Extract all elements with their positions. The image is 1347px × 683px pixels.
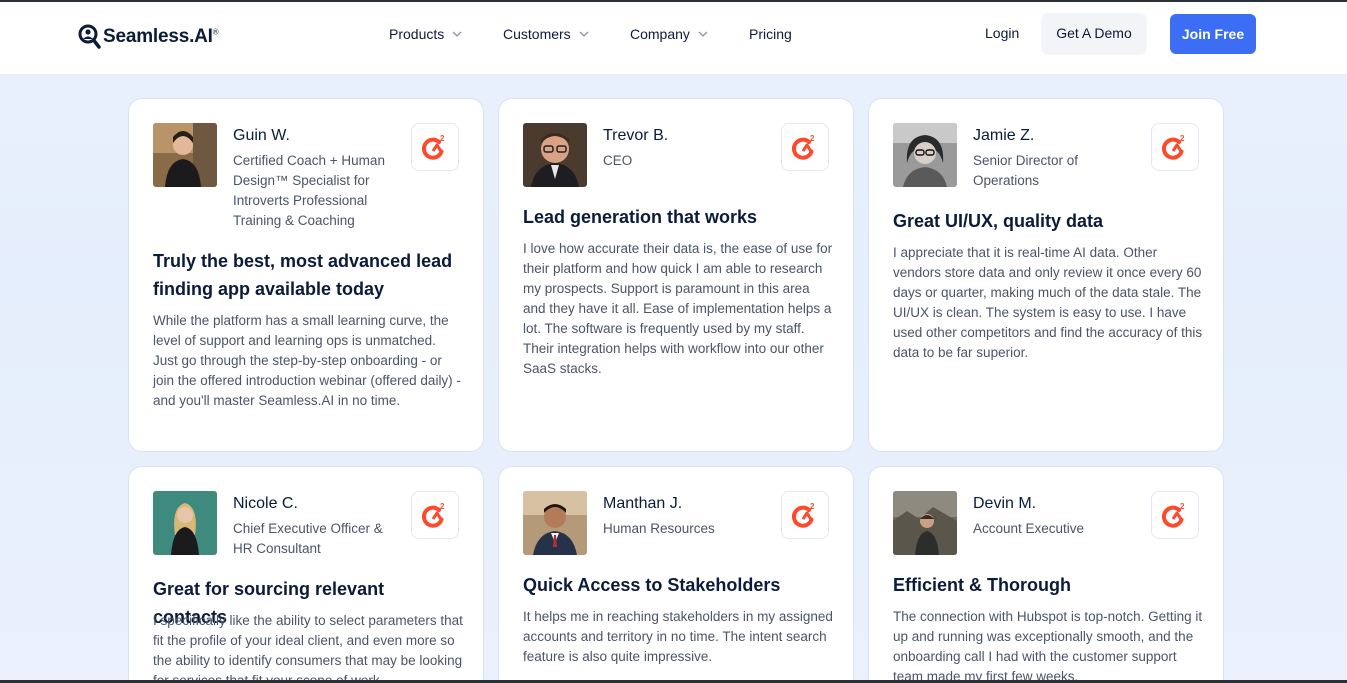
avatar [523, 491, 587, 555]
nav-customers-label: Customers [503, 26, 571, 42]
svg-text:2: 2 [1180, 134, 1185, 143]
nav-pricing-label: Pricing [749, 26, 792, 42]
review-card: Trevor B. CEO 2 Lead generation that wor… [498, 98, 854, 452]
review-title: Truly the best, most advanced lead findi… [153, 251, 453, 299]
nav-customers[interactable]: Customers [503, 26, 589, 42]
reviewer-role: CEO [603, 153, 633, 168]
review-body: I appreciate that it is real-time AI dat… [893, 245, 1203, 360]
reviewer-name: Guin W. [233, 127, 290, 144]
review-title: Lead generation that works [523, 207, 758, 227]
g2-logo-icon: 2 [1162, 502, 1185, 528]
brand-logo[interactable]: Seamless.AI® [78, 24, 219, 50]
review-title: Quick Access to Stakeholders [523, 575, 781, 595]
reviewer-role: Senior Director of Operations [973, 153, 1079, 188]
chevron-down-icon [452, 31, 462, 37]
g2-logo-icon: 2 [792, 502, 815, 528]
g2-logo-icon: 2 [1162, 134, 1185, 160]
reviewer-name: Devin M. [973, 495, 1037, 512]
avatar [523, 123, 587, 187]
reviewer-role: Human Resources [603, 521, 715, 536]
site-header: Seamless.AI® Products Customers Company … [0, 2, 1347, 74]
avatar [153, 491, 217, 555]
review-body: I specifically like the ability to selec… [153, 613, 463, 683]
avatar [893, 123, 957, 187]
g2-logo-icon: 2 [792, 134, 815, 160]
get-demo-button[interactable]: Get A Demo [1042, 13, 1146, 53]
review-body: I love how accurate their data is, the e… [523, 241, 833, 376]
join-free-button[interactable]: Join Free [1170, 14, 1256, 54]
g2-badge[interactable]: 2 [1151, 491, 1199, 539]
reviewer-name: Manthan J. [603, 495, 683, 512]
reviewer-name: Trevor B. [603, 127, 669, 144]
nav-products-label: Products [389, 26, 445, 42]
g2-badge[interactable]: 2 [411, 123, 459, 171]
g2-badge[interactable]: 2 [781, 123, 829, 171]
login-link[interactable]: Login [985, 25, 1019, 41]
review-card: Devin M. Account Executive 2 Efficient &… [868, 466, 1224, 683]
svg-text:2: 2 [440, 502, 445, 511]
g2-logo-icon: 2 [422, 502, 445, 528]
reviewer-role: Account Executive [973, 521, 1085, 536]
review-title: Great UI/UX, quality data [893, 211, 1104, 231]
g2-badge[interactable]: 2 [781, 491, 829, 539]
g2-badge[interactable]: 2 [411, 491, 459, 539]
nav-products[interactable]: Products [389, 26, 462, 42]
review-card: Manthan J. Human Resources 2 Quick Acces… [498, 466, 854, 683]
svg-text:2: 2 [810, 502, 815, 511]
brand-name: Seamless.AI® [103, 26, 219, 47]
nav-pricing[interactable]: Pricing [749, 26, 792, 42]
chevron-down-icon [579, 31, 589, 37]
g2-logo-icon: 2 [422, 134, 445, 160]
svg-text:2: 2 [810, 134, 815, 143]
reviewer-role: Certified Coach + Human Design™ Speciali… [233, 153, 385, 228]
chevron-down-icon [698, 31, 708, 37]
review-body: The connection with Hubspot is top-notch… [893, 609, 1203, 683]
review-card: Guin W. Certified Coach + Human Design™ … [128, 98, 484, 452]
svg-text:2: 2 [1180, 502, 1185, 511]
review-body: While the platform has a small learning … [153, 313, 461, 408]
magnifier-logo-icon [78, 24, 102, 50]
g2-badge[interactable]: 2 [1151, 123, 1199, 171]
nav-company-label: Company [630, 26, 690, 42]
reviewer-name: Nicole C. [233, 495, 298, 512]
review-title: Efficient & Thorough [893, 575, 1071, 595]
reviewer-name: Jamie Z. [973, 127, 1035, 144]
review-card: Nicole C. Chief Executive Officer & HR C… [128, 466, 484, 683]
review-body: It helps me in reaching stakeholders in … [523, 609, 833, 664]
review-card: Jamie Z. Senior Director of Operations 2… [868, 98, 1224, 452]
reviewer-role: Chief Executive Officer & HR Consultant [233, 521, 383, 556]
avatar [153, 123, 217, 187]
nav-company[interactable]: Company [630, 26, 708, 42]
svg-text:2: 2 [440, 134, 445, 143]
avatar [893, 491, 957, 555]
